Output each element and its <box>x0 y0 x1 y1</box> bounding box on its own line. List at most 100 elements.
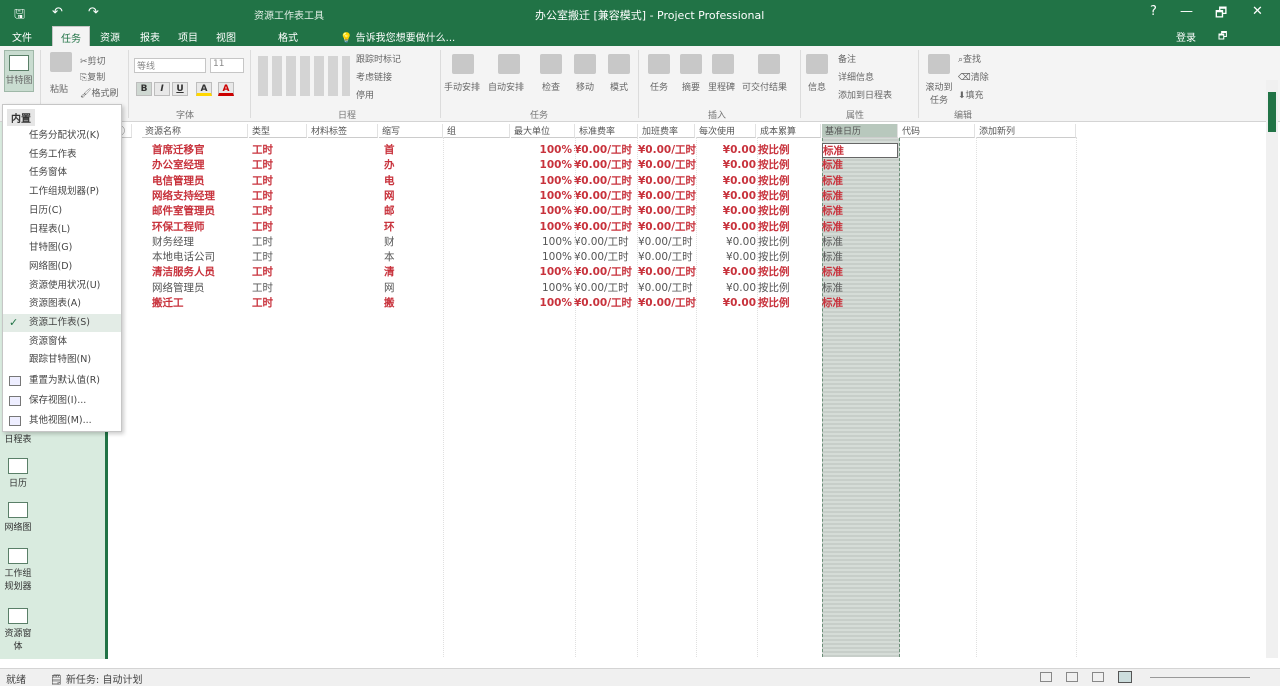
cell-accrue-at[interactable]: 按比例 <box>758 158 808 173</box>
cell-ovt-rate[interactable]: ¥0.00/工时 <box>638 143 698 158</box>
cell-ovt-rate[interactable]: ¥0.00/工时 <box>638 265 698 280</box>
column-header-group[interactable]: 组 <box>444 124 510 138</box>
zoom-slider[interactable] <box>1150 677 1250 678</box>
column-header-code[interactable]: 代码 <box>899 124 975 138</box>
cut-button[interactable]: ✂剪切 <box>80 54 106 67</box>
cell-base-calendar[interactable]: 标准 <box>822 250 898 265</box>
cell-std-rate[interactable]: ¥0.00/工时 <box>574 281 638 296</box>
cell-initials[interactable]: 财 <box>384 235 414 250</box>
italic-button[interactable]: I <box>154 82 170 96</box>
menu-item-more-views[interactable]: 其他视图(M)... <box>3 412 121 430</box>
underline-button[interactable]: U <box>172 82 188 96</box>
cell-resource-name[interactable]: 首席迁移官 <box>152 143 258 158</box>
cell-base-calendar[interactable]: 标准 <box>822 143 898 158</box>
column-header-initials[interactable]: 缩写 <box>379 124 443 138</box>
cell-cost-per-use[interactable]: ¥0.00 <box>698 204 756 219</box>
cell-resource-name[interactable]: 网络支持经理 <box>152 189 258 204</box>
cell-max-units[interactable]: 100% <box>522 250 572 265</box>
column-header-type[interactable]: 类型 <box>249 124 307 138</box>
tab-view[interactable]: 视图 <box>216 29 236 44</box>
cell-accrue-at[interactable]: 按比例 <box>758 296 808 311</box>
cell-initials[interactable]: 办 <box>384 158 414 173</box>
tab-project[interactable]: 项目 <box>178 29 198 44</box>
table-row[interactable]: 财务经理 工时财 100% ¥0.00/工时 ¥0.00/工时 ¥0.00 按比例 标准 <box>122 235 1092 250</box>
cell-resource-name[interactable]: 本地电话公司 <box>152 250 258 265</box>
cell-ovt-rate[interactable]: ¥0.00/工时 <box>638 158 698 173</box>
inactivate-button[interactable]: 停用 <box>356 88 374 101</box>
cell-max-units[interactable]: 100% <box>522 143 572 158</box>
cell-resource-name[interactable]: 网络管理员 <box>152 281 258 296</box>
insert-milestone-button[interactable]: 里程碑 <box>708 80 735 93</box>
menu-item-view[interactable]: 工作组规划器(P) <box>3 183 121 201</box>
table-row[interactable]: 邮件室管理员 工时邮 100% ¥0.00/工时 ¥0.00/工时 ¥0.00 按比例 标准 <box>122 204 1092 219</box>
menu-item-save-view[interactable]: 保存视图(I)... <box>3 392 121 410</box>
cell-std-rate[interactable]: ¥0.00/工时 <box>574 143 638 158</box>
scrollbar-thumb[interactable] <box>1268 92 1276 132</box>
cell-base-calendar[interactable]: 标准 <box>822 265 898 280</box>
tab-file[interactable]: 文件 <box>12 29 32 44</box>
add-to-timeline-button[interactable]: 添加到日程表 <box>838 88 892 101</box>
cell-ovt-rate[interactable]: ¥0.00/工时 <box>638 189 698 204</box>
tab-task[interactable]: 任务 <box>52 26 90 46</box>
cell-accrue-at[interactable]: 按比例 <box>758 265 808 280</box>
column-header-ovt-rate[interactable]: 加班费率 <box>639 124 695 138</box>
font-name-combo[interactable]: 等线 <box>134 58 206 73</box>
menu-item-view[interactable]: 资源使用状况(U) <box>3 277 121 295</box>
menu-item-view[interactable]: 任务窗体 <box>3 164 121 182</box>
mark-on-track-button[interactable]: 跟踪时标记 <box>356 52 401 65</box>
font-color-button[interactable]: A <box>218 82 234 96</box>
cell-initials[interactable]: 网 <box>384 281 414 296</box>
menu-item-view[interactable]: ✓ 资源工作表(S) <box>3 314 121 332</box>
insert-task-button[interactable]: 任务 <box>650 80 668 93</box>
cell-std-rate[interactable]: ¥0.00/工时 <box>574 265 638 280</box>
cell-initials[interactable]: 邮 <box>384 204 414 219</box>
cell-std-rate[interactable]: ¥0.00/工时 <box>574 296 638 311</box>
cell-type[interactable]: 工时 <box>252 281 310 296</box>
cell-accrue-at[interactable]: 按比例 <box>758 174 808 189</box>
cell-initials[interactable]: 首 <box>384 143 414 158</box>
cell-std-rate[interactable]: ¥0.00/工时 <box>574 220 638 235</box>
table-row[interactable]: 电信管理员 工时电 100% ¥0.00/工时 ¥0.00/工时 ¥0.00 按比例 标准 <box>122 174 1092 189</box>
table-row[interactable]: 搬迁工 工时搬 100% ¥0.00/工时 ¥0.00/工时 ¥0.00 按比例 标准 <box>122 296 1092 311</box>
manual-schedule-button[interactable]: 手动安排 <box>444 80 480 93</box>
cell-resource-name[interactable]: 电信管理员 <box>152 174 258 189</box>
cell-cost-per-use[interactable]: ¥0.00 <box>698 220 756 235</box>
cell-max-units[interactable]: 100% <box>522 158 572 173</box>
cell-initials[interactable]: 网 <box>384 189 414 204</box>
cell-max-units[interactable]: 100% <box>522 265 572 280</box>
cell-std-rate[interactable]: ¥0.00/工时 <box>574 235 638 250</box>
cell-cost-per-use[interactable]: ¥0.00 <box>698 296 756 311</box>
information-button[interactable]: 信息 <box>808 80 826 93</box>
restore-button[interactable]: 🗗 <box>1215 4 1227 26</box>
cell-accrue-at[interactable]: 按比例 <box>758 281 808 296</box>
view-bar-item-resource-form[interactable]: 资源窗体 <box>4 608 32 652</box>
cell-ovt-rate[interactable]: ¥0.00/工时 <box>638 235 698 250</box>
table-row[interactable]: 网络管理员 工时网 100% ¥0.00/工时 ¥0.00/工时 ¥0.00 按比例 标准 <box>122 281 1092 296</box>
cell-max-units[interactable]: 100% <box>522 235 572 250</box>
menu-item-view[interactable]: 资源窗体 <box>3 333 121 351</box>
notes-button[interactable]: 备注 <box>838 52 856 65</box>
redo-icon[interactable]: ↷ <box>88 5 99 20</box>
save-icon[interactable]: 🖫 <box>14 5 25 27</box>
cell-resource-name[interactable]: 环保工程师 <box>152 220 258 235</box>
tab-format[interactable]: 格式 <box>278 29 298 44</box>
cell-initials[interactable]: 环 <box>384 220 414 235</box>
gantt-view-shortcut-icon[interactable] <box>1040 672 1052 682</box>
help-icon[interactable]: ? <box>1150 4 1157 19</box>
cell-max-units[interactable]: 100% <box>522 204 572 219</box>
cell-type[interactable]: 工时 <box>252 235 310 250</box>
task-usage-shortcut-icon[interactable] <box>1066 672 1078 682</box>
font-size-combo[interactable]: 11 <box>210 58 244 73</box>
view-bar-item-team-planner[interactable]: 工作组规划器 <box>4 548 32 592</box>
menu-item-view[interactable]: 日程表(L) <box>3 221 121 239</box>
cell-cost-per-use[interactable]: ¥0.00 <box>698 250 756 265</box>
cell-cost-per-use[interactable]: ¥0.00 <box>698 235 756 250</box>
vertical-scrollbar[interactable] <box>1266 80 1278 658</box>
resource-sheet-shortcut-icon[interactable] <box>1118 671 1132 683</box>
tab-resource[interactable]: 资源 <box>100 29 120 44</box>
table-row[interactable]: 清洁服务人员 工时清 100% ¥0.00/工时 ¥0.00/工时 ¥0.00 按比例 标准 <box>122 265 1092 280</box>
cell-std-rate[interactable]: ¥0.00/工时 <box>574 250 638 265</box>
view-bar-item-network[interactable]: 网络图 <box>4 502 32 533</box>
respect-links-button[interactable]: 考虑链接 <box>356 70 392 83</box>
cell-ovt-rate[interactable]: ¥0.00/工时 <box>638 296 698 311</box>
